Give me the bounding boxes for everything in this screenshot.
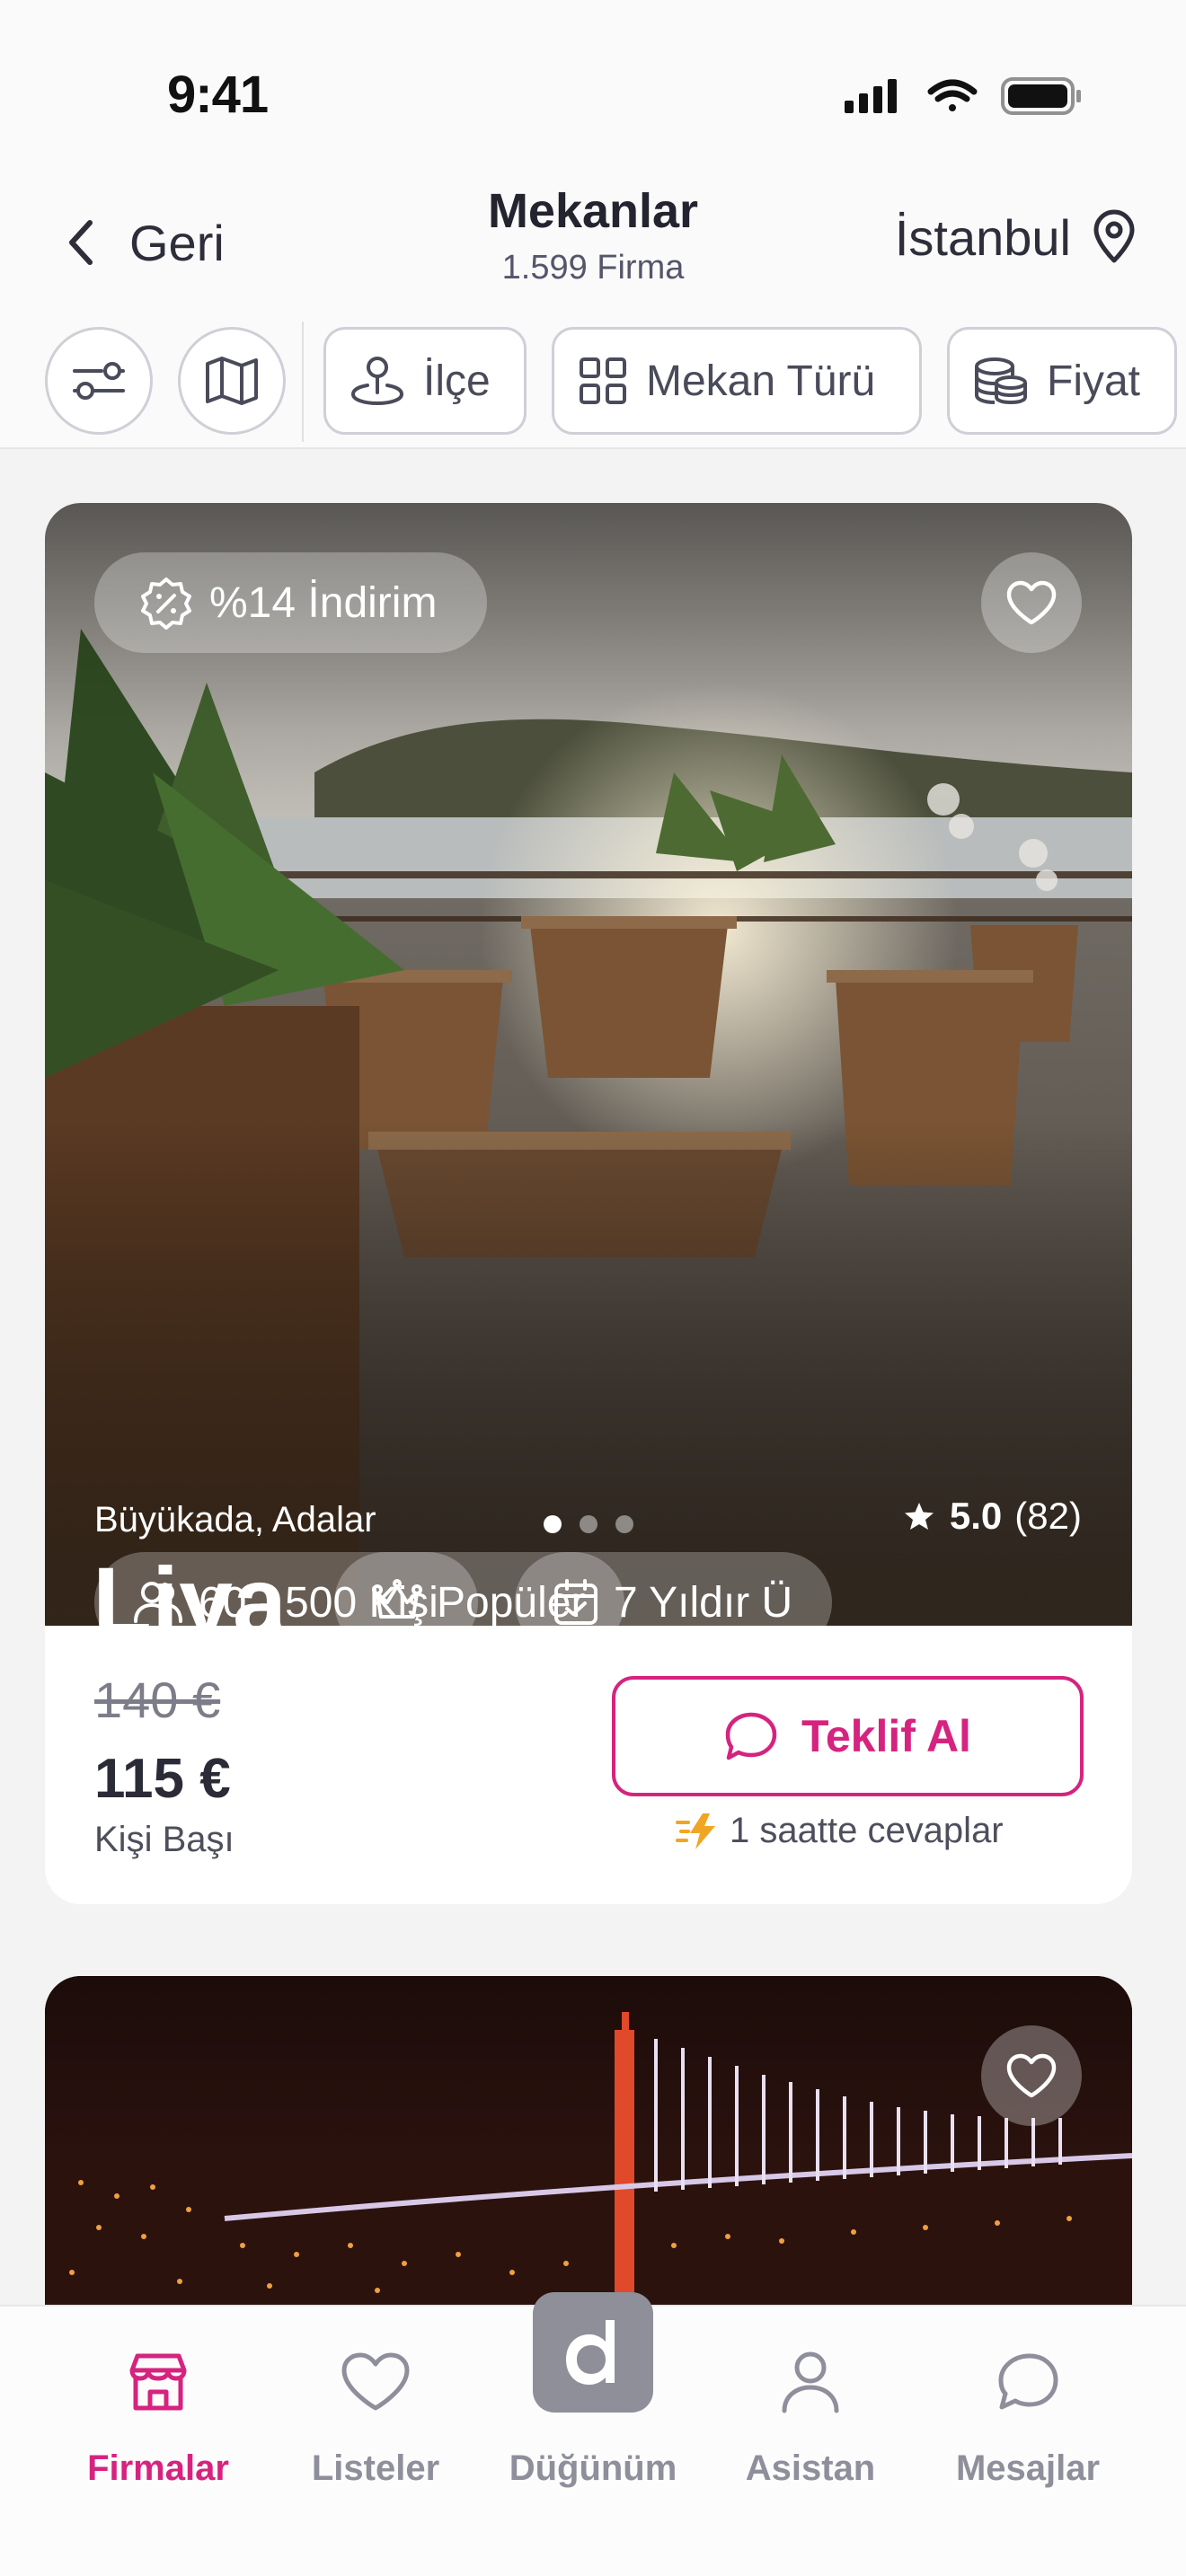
location-pin-icon bbox=[1093, 209, 1135, 263]
calendar-check-icon bbox=[554, 1579, 597, 1625]
filter-chip-price[interactable]: Fiyat bbox=[947, 327, 1177, 435]
users-icon bbox=[134, 1582, 182, 1623]
city-label: İstanbul bbox=[894, 208, 1071, 266]
chat-bubble-icon bbox=[998, 2353, 1058, 2410]
tab-listeler[interactable]: Listeler bbox=[268, 2307, 483, 2522]
status-bar: 9:41 bbox=[0, 0, 1186, 162]
price-old: 140 € bbox=[94, 1672, 221, 1728]
heart-icon bbox=[341, 2352, 410, 2411]
price-unit: Kişi Başı bbox=[94, 1820, 235, 1859]
grid-icon bbox=[580, 357, 626, 404]
tab-mesajlar-icon-wrap bbox=[920, 2339, 1136, 2425]
reply-time-note: 1 saatte cevaplar bbox=[676, 1811, 1004, 1851]
d-letter-icon bbox=[566, 2320, 615, 2385]
reply-time-label: 1 saatte cevaplar bbox=[730, 1811, 1004, 1850]
tab-asistan-icon-wrap bbox=[703, 2339, 918, 2425]
coins-icon bbox=[975, 357, 1027, 405]
filter-chip-district-label: İlçe bbox=[423, 357, 491, 405]
filter-chip-venue-type[interactable]: Mekan Türü bbox=[552, 327, 922, 435]
heart-icon bbox=[1006, 2053, 1057, 2098]
tab-dugunum-label: Düğünüm bbox=[509, 2448, 677, 2488]
filter-chip-district[interactable]: İlçe bbox=[323, 327, 527, 435]
discount-tag-icon bbox=[141, 578, 191, 630]
favorite-button[interactable] bbox=[981, 552, 1082, 653]
tab-firmalar-label: Firmalar bbox=[87, 2448, 229, 2488]
header: Geri Mekanlar 1.599 Firma İstanbul bbox=[0, 162, 1186, 314]
tab-listeler-label: Listeler bbox=[311, 2448, 440, 2488]
user-icon bbox=[782, 2351, 839, 2413]
venue-photo[interactable] bbox=[45, 503, 1132, 1626]
discount-badge-label: %14 İndirim bbox=[209, 578, 438, 627]
lightning-icon bbox=[676, 1813, 715, 1849]
bottom-tab-bar: Firmalar Listeler Düğünüm Asistan Mesajl… bbox=[0, 2292, 1186, 2576]
dugun-logo-icon[interactable] bbox=[533, 2292, 653, 2413]
status-time: 9:41 bbox=[167, 66, 269, 124]
tab-mesajlar[interactable]: Mesajlar bbox=[920, 2307, 1136, 2522]
battery-icon bbox=[1001, 77, 1081, 115]
wifi-icon bbox=[927, 79, 978, 111]
venue-tags: 60 - 500 Kişi Popüler 7 Yıldır Ü bbox=[94, 1478, 1132, 1684]
get-offer-button[interactable]: Teklif Al bbox=[612, 1676, 1084, 1796]
venue-card[interactable]: %14 İndirim Büyükada, Adalar 5.0 (82) Li… bbox=[45, 503, 1132, 1904]
price-new: 115 € bbox=[94, 1748, 231, 1810]
filter-chip-price-label: Fiyat bbox=[1047, 357, 1141, 405]
filter-chip-venue-type-label: Mekan Türü bbox=[646, 357, 876, 405]
tab-firmalar-icon-wrap bbox=[50, 2339, 266, 2425]
filter-bar: İlçe Mekan Türü Fiyat bbox=[0, 314, 1186, 449]
tab-asistan-label: Asistan bbox=[745, 2448, 876, 2488]
map-view-button[interactable] bbox=[178, 327, 286, 435]
status-icons bbox=[845, 72, 1087, 122]
cellular-signal-icon bbox=[845, 79, 897, 113]
sliders-icon bbox=[73, 362, 125, 400]
filter-settings-button[interactable] bbox=[45, 327, 153, 435]
chat-bubble-icon bbox=[725, 1712, 777, 1760]
discount-badge: %14 İndirim bbox=[94, 552, 488, 653]
favorite-button-2[interactable] bbox=[981, 2025, 1082, 2126]
pin-stand-icon bbox=[350, 357, 404, 406]
filter-divider bbox=[302, 322, 304, 442]
storefront-icon bbox=[129, 2353, 187, 2411]
city-selector[interactable]: İstanbul bbox=[895, 201, 1137, 273]
tag-years-label: 7 Yıldır Ü bbox=[614, 1578, 793, 1627]
map-icon bbox=[206, 357, 258, 405]
tab-firmalar[interactable]: Firmalar bbox=[50, 2307, 266, 2522]
tag-years: 7 Yıldır Ü bbox=[515, 1552, 833, 1653]
tab-asistan[interactable]: Asistan bbox=[703, 2307, 918, 2522]
crown-icon bbox=[372, 1579, 422, 1619]
get-offer-label: Teklif Al bbox=[801, 1711, 971, 1761]
tab-mesajlar-label: Mesajlar bbox=[955, 2448, 1101, 2488]
heart-icon bbox=[1006, 580, 1057, 625]
tab-listeler-icon-wrap bbox=[268, 2339, 483, 2425]
